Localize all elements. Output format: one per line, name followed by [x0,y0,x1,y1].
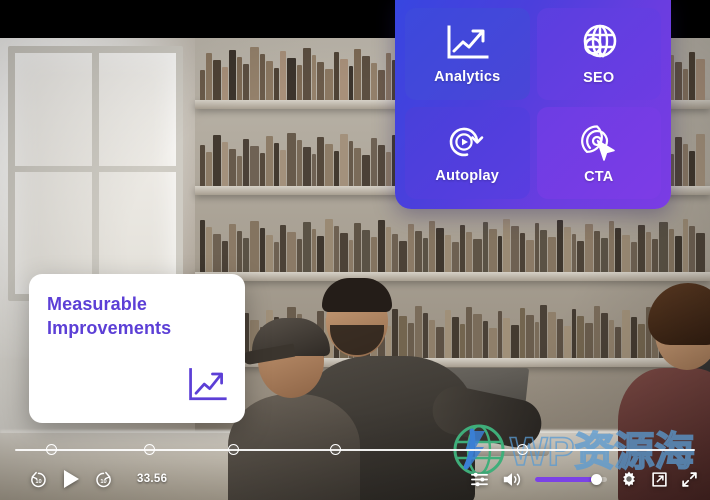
fullscreen-icon[interactable] [681,471,698,488]
progress-bar[interactable] [15,444,695,455]
playlist-icon[interactable] [470,470,489,489]
autoplay-loop-icon [445,123,489,161]
feature-tile-autoplay[interactable]: Autoplay [405,107,530,199]
feature-tile-label: Autoplay [435,167,500,184]
feature-tile-analytics[interactable]: Analytics [405,8,530,100]
chapter-marker[interactable] [329,444,341,455]
feature-panel: Analytics SEO Autoplay CTA [395,0,671,209]
player-controls: 10 10 33.56 [0,440,710,500]
play-button[interactable] [61,468,81,490]
chapter-marker[interactable] [228,444,240,455]
volume-icon[interactable] [502,470,522,489]
secondary-controls [470,470,698,489]
chart-trend-icon [444,24,490,62]
chart-trend-icon [186,364,228,411]
globe-search-icon [578,23,620,63]
playback-controls: 10 10 33.56 [28,468,167,490]
volume-slider[interactable] [535,473,607,485]
volume-fill [535,476,597,482]
gear-icon[interactable] [620,470,638,488]
chapter-marker[interactable] [516,444,528,455]
info-card-title: Measurable Improvements [47,294,172,339]
video-player: Analytics SEO Autoplay CTA Measurable Im… [0,0,710,500]
forward-10-icon[interactable]: 10 [93,469,114,490]
time-display: 33.56 [137,473,168,485]
feature-tile-seo[interactable]: SEO [536,8,661,100]
volume-knob[interactable] [590,473,602,485]
click-target-cursor-icon [578,122,620,162]
control-row: 10 10 33.56 [0,462,710,496]
feature-tile-label: Analytics [434,68,501,85]
feature-tile-cta[interactable]: CTA [536,107,661,199]
info-card[interactable]: Measurable Improvements [29,274,245,423]
svg-text:10: 10 [100,479,106,485]
svg-text:10: 10 [35,479,41,485]
picture-in-picture-icon[interactable] [651,471,668,488]
chapter-marker[interactable] [46,444,58,455]
feature-tile-label: CTA [584,168,614,185]
rewind-10-icon[interactable]: 10 [28,469,49,490]
chapter-marker[interactable] [144,444,156,455]
feature-tile-label: SEO [583,69,615,86]
